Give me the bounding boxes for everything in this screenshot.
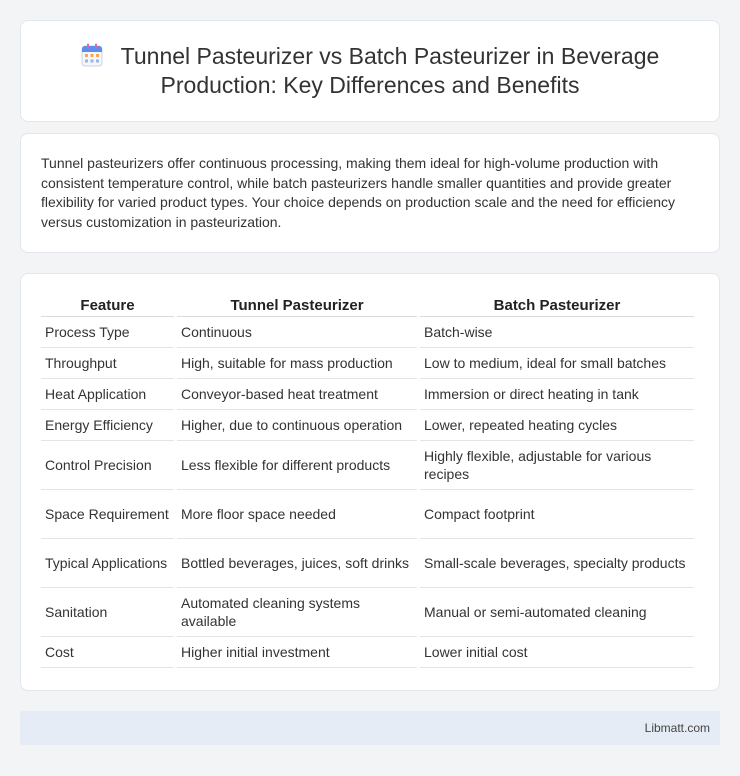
feature-cell: Throughput [41, 348, 174, 379]
column-header-feature: Feature [41, 296, 174, 317]
feature-cell: Space Requirement [41, 490, 174, 539]
table-header-row: Feature Tunnel Pasteurizer Batch Pasteur… [41, 296, 694, 317]
batch-cell: Compact footprint [420, 490, 694, 539]
tunnel-cell: Less flexible for different products [177, 441, 417, 490]
table-row: Control Precision Less flexible for diff… [41, 441, 694, 490]
intro-card: Tunnel pasteurizers offer continuous pro… [20, 133, 720, 253]
feature-cell: Energy Efficiency [41, 410, 174, 441]
title-card: Tunnel Pasteurizer vs Batch Pasteurizer … [20, 20, 720, 122]
tunnel-cell: High, suitable for mass production [177, 348, 417, 379]
table-row: Throughput High, suitable for mass produ… [41, 348, 694, 379]
tunnel-cell: Conveyor-based heat treatment [177, 379, 417, 410]
feature-cell: Sanitation [41, 588, 174, 637]
tunnel-cell: More floor space needed [177, 490, 417, 539]
tunnel-cell: Higher, due to continuous operation [177, 410, 417, 441]
batch-cell: Batch-wise [420, 317, 694, 348]
comparison-card: Feature Tunnel Pasteurizer Batch Pasteur… [20, 273, 720, 691]
comparison-table: Feature Tunnel Pasteurizer Batch Pasteur… [38, 296, 697, 668]
tunnel-cell: Bottled beverages, juices, soft drinks [177, 539, 417, 588]
batch-cell: Highly flexible, adjustable for various … [420, 441, 694, 490]
table-row: Process Type Continuous Batch-wise [41, 317, 694, 348]
feature-cell: Heat Application [41, 379, 174, 410]
column-header-tunnel: Tunnel Pasteurizer [177, 296, 417, 317]
batch-cell: Lower initial cost [420, 637, 694, 668]
batch-cell: Low to medium, ideal for small batches [420, 348, 694, 379]
table-row: Energy Efficiency Higher, due to continu… [41, 410, 694, 441]
tunnel-cell: Higher initial investment [177, 637, 417, 668]
table-row: Typical Applications Bottled beverages, … [41, 539, 694, 588]
batch-cell: Small-scale beverages, specialty product… [420, 539, 694, 588]
table-row: Cost Higher initial investment Lower ini… [41, 637, 694, 668]
batch-cell: Manual or semi-automated cleaning [420, 588, 694, 637]
feature-cell: Cost [41, 637, 174, 668]
batch-cell: Lower, repeated heating cycles [420, 410, 694, 441]
calendar-icon [81, 43, 103, 67]
table-row: Sanitation Automated cleaning systems av… [41, 588, 694, 637]
table-row: Heat Application Conveyor-based heat tre… [41, 379, 694, 410]
column-header-batch: Batch Pasteurizer [420, 296, 694, 317]
footer: Libmatt.com [20, 711, 720, 745]
batch-cell: Immersion or direct heating in tank [420, 379, 694, 410]
tunnel-cell: Continuous [177, 317, 417, 348]
feature-cell: Process Type [41, 317, 174, 348]
intro-paragraph: Tunnel pasteurizers offer continuous pro… [41, 155, 676, 230]
page-title-text: Tunnel Pasteurizer vs Batch Pasteurizer … [120, 43, 660, 98]
tunnel-cell: Automated cleaning systems available [177, 588, 417, 637]
feature-cell: Typical Applications [41, 539, 174, 588]
page-title: Tunnel Pasteurizer vs Batch Pasteurizer … [60, 42, 680, 100]
feature-cell: Control Precision [41, 441, 174, 490]
footer-brand-link[interactable]: Libmatt.com [645, 721, 710, 735]
table-row: Space Requirement More floor space neede… [41, 490, 694, 539]
